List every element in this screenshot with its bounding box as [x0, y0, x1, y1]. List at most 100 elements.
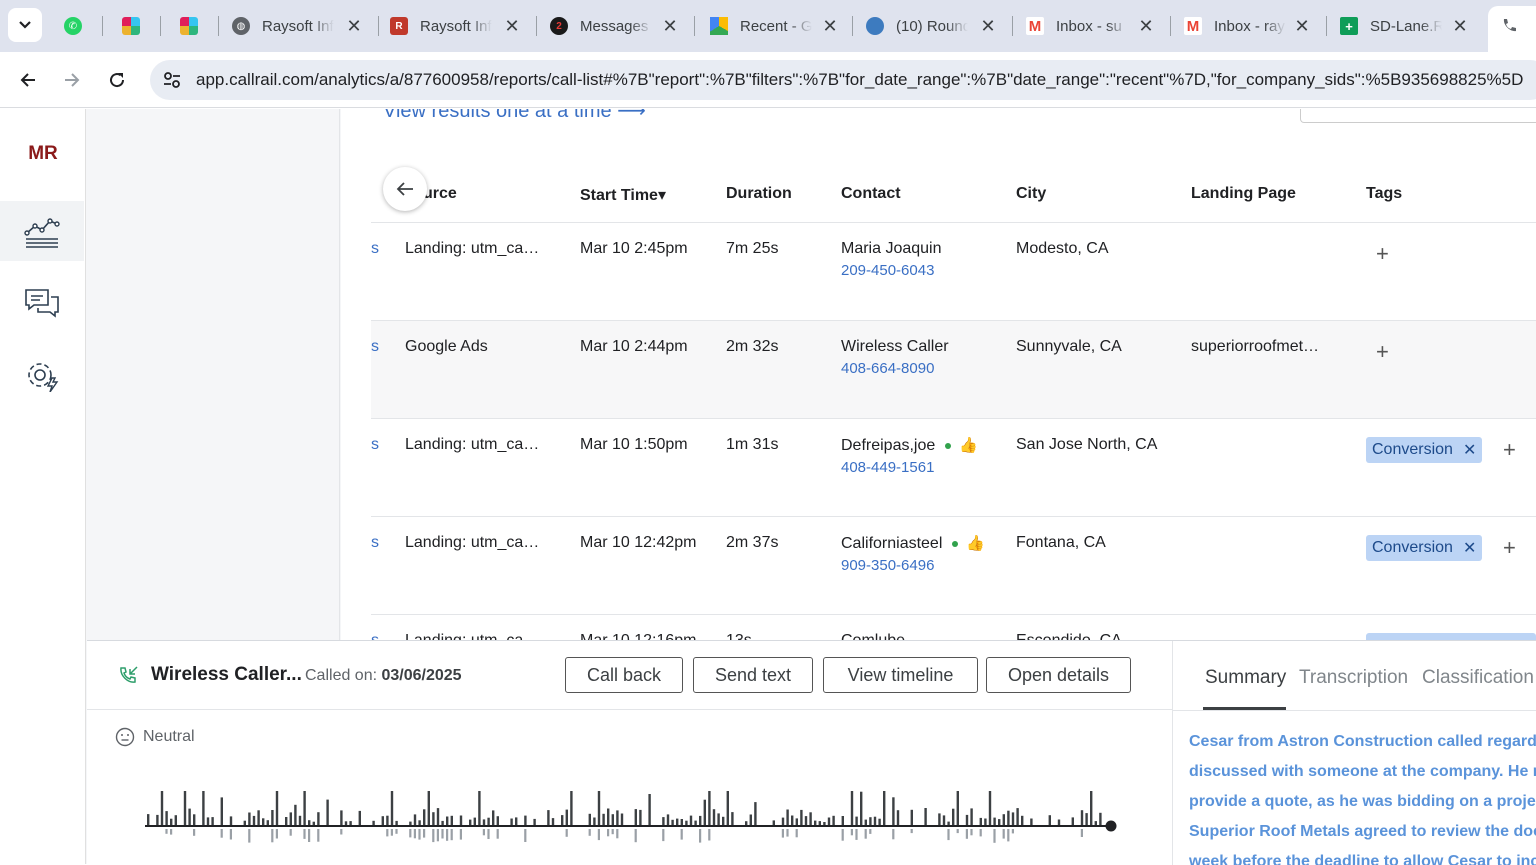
- messages-icon: 2: [550, 17, 568, 35]
- tab-messages[interactable]: 2 Messages ✕: [550, 8, 680, 44]
- playhead-handle[interactable]: [1105, 820, 1117, 832]
- waveform-bar: [275, 829, 278, 839]
- waveform-bar: [229, 816, 233, 825]
- contact-phone[interactable]: 909-350-6496: [841, 557, 985, 574]
- waveform-bar: [409, 821, 412, 825]
- tab-callrail-active[interactable]: [1488, 6, 1536, 52]
- close-icon[interactable]: ✕: [978, 16, 998, 37]
- row-clipped-text: s: [371, 240, 379, 257]
- tab-transcription[interactable]: Transcription: [1299, 667, 1408, 689]
- incoming-call-icon: [120, 666, 138, 683]
- call-insights: Summary Transcription Classification Ces…: [1173, 641, 1536, 865]
- search-input[interactable]: [1300, 109, 1536, 123]
- table-row[interactable]: s Landing: utm_ca… Mar 10 12:42pm 2m 37s…: [371, 517, 1536, 615]
- tab-gmail-1[interactable]: M Inbox - su ✕: [1026, 8, 1156, 44]
- nav-messages[interactable]: [0, 273, 84, 333]
- address-bar[interactable]: app.callrail.com/analytics/a/877600958/r…: [150, 60, 1536, 100]
- waveform-bar: [390, 829, 393, 836]
- row-source: Landing: utm_ca…: [405, 240, 540, 257]
- add-tag-button[interactable]: +: [1376, 339, 1389, 365]
- tab-title: Recent - G: [740, 17, 812, 35]
- add-tag-button[interactable]: +: [1376, 241, 1389, 267]
- site-info-icon[interactable]: [162, 70, 182, 90]
- tab-classification[interactable]: Classification: [1422, 667, 1534, 689]
- close-icon[interactable]: ✕: [1292, 16, 1312, 37]
- column-source[interactable]: urce: [423, 185, 457, 203]
- contact-phone[interactable]: 209-450-6043: [841, 262, 942, 279]
- forward-button[interactable]: [58, 66, 86, 94]
- tab-roundcube[interactable]: (10) Round ✕: [866, 8, 998, 44]
- chat-bubbles-icon: [25, 289, 59, 318]
- close-icon[interactable]: ✕: [660, 16, 680, 37]
- waveform-bar: [446, 816, 449, 825]
- waveform-bar: [597, 791, 601, 825]
- scroll-left-button[interactable]: [383, 167, 427, 211]
- view-one-at-a-time-link[interactable]: View results one at a time ⟶: [383, 109, 646, 123]
- tab-search-button[interactable]: [8, 8, 42, 42]
- column-landing-page[interactable]: Landing Page: [1191, 185, 1296, 203]
- column-tags[interactable]: Tags: [1366, 185, 1402, 203]
- column-duration[interactable]: Duration: [726, 185, 792, 203]
- waveform-bar: [496, 829, 499, 839]
- close-icon[interactable]: ✕: [1136, 16, 1156, 37]
- waveform-bar: [317, 812, 320, 825]
- tab-whatsapp[interactable]: ✆: [64, 8, 88, 44]
- table-row[interactable]: s Landing: utm_ca… Mar 10 2:45pm 7m 25s …: [371, 223, 1536, 321]
- slack-icon: [122, 17, 140, 35]
- waveform-bar: [938, 813, 941, 825]
- waveform-bar: [459, 815, 463, 825]
- tab-summary[interactable]: Summary: [1205, 667, 1286, 689]
- tab-google-sheets[interactable]: + SD-Lane.R ✕: [1340, 8, 1470, 44]
- close-icon[interactable]: ✕: [820, 16, 840, 37]
- view-timeline-button[interactable]: View timeline: [823, 657, 978, 693]
- tab-raysoft-1[interactable]: ◍ Raysoft Inf ✕: [232, 8, 364, 44]
- waveform-bar: [170, 818, 173, 825]
- close-icon[interactable]: ✕: [502, 16, 522, 37]
- account-initials[interactable]: MR: [0, 143, 86, 165]
- waveform-bar: [878, 818, 881, 825]
- waveform-bar: [459, 829, 462, 840]
- table-row[interactable]: s Landing: utm_ca… Mar 10 1:50pm 1m 31s …: [371, 419, 1536, 517]
- close-icon[interactable]: ✕: [1450, 16, 1470, 37]
- tabs-divider: [1173, 710, 1536, 711]
- nav-analytics[interactable]: [0, 201, 84, 261]
- remove-tag-icon[interactable]: ✕: [1463, 440, 1476, 460]
- tab-slack-2[interactable]: [180, 8, 204, 44]
- send-text-button[interactable]: Send text: [693, 657, 813, 693]
- table-row[interactable]: s Google Ads Mar 10 2:44pm 2m 32s Wirele…: [371, 321, 1536, 419]
- close-icon[interactable]: ✕: [344, 16, 364, 37]
- waveform-bar: [160, 791, 164, 825]
- tab-slack-1[interactable]: [122, 8, 146, 44]
- add-tag-button[interactable]: +: [1503, 535, 1516, 561]
- waveform-bar: [418, 829, 421, 840]
- waveform-bar: [413, 829, 416, 839]
- tab-gmail-2[interactable]: M Inbox - ray ✕: [1184, 8, 1312, 44]
- contact-phone[interactable]: 408-449-1561: [841, 459, 978, 476]
- tab-raysoft-2[interactable]: R Raysoft Inf ✕: [390, 8, 522, 44]
- open-details-button[interactable]: Open details: [986, 657, 1131, 693]
- waveform-bar: [432, 829, 435, 843]
- column-start-time[interactable]: Start Time▾: [580, 185, 666, 205]
- waveform-bar: [1002, 829, 1005, 839]
- add-tag-button[interactable]: +: [1503, 437, 1516, 463]
- reload-button[interactable]: [103, 66, 131, 94]
- nav-settings[interactable]: [0, 345, 84, 405]
- row-clipped-text: s: [371, 338, 379, 355]
- audio-waveform[interactable]: [142, 791, 1117, 865]
- waveform-bar: [1021, 815, 1024, 825]
- filter-panel: [87, 109, 340, 641]
- table-row[interactable]: s Landing: utm_ca… Mar 10 12:16pm 13s Co…: [371, 615, 1536, 641]
- column-contact[interactable]: Contact: [841, 185, 901, 203]
- reload-icon: [110, 73, 125, 88]
- row-landing-page[interactable]: superiorroofmet…: [1191, 338, 1319, 356]
- contact-phone[interactable]: 408-664-8090: [841, 360, 949, 377]
- arrow-left-icon: [20, 73, 35, 87]
- remove-tag-icon[interactable]: ✕: [1463, 538, 1476, 558]
- back-button[interactable]: [14, 66, 42, 94]
- tab-google-drive[interactable]: Recent - G ✕: [710, 8, 840, 44]
- waveform-bar: [988, 791, 992, 825]
- call-back-button[interactable]: Call back: [565, 657, 683, 693]
- waveform-bar: [864, 819, 867, 825]
- waveform-bar: [248, 829, 251, 843]
- column-city[interactable]: City: [1016, 185, 1046, 203]
